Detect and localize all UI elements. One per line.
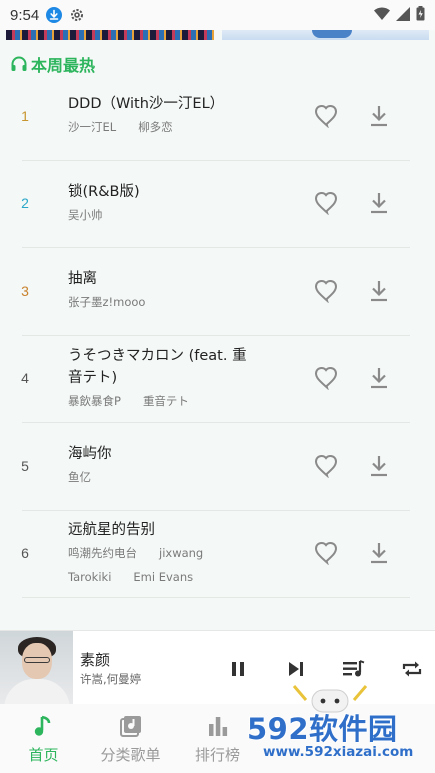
- song-artists: 鱼亿: [68, 465, 298, 489]
- nav-tab-home[interactable]: 首页: [0, 704, 87, 773]
- banner-image-left[interactable]: [6, 30, 214, 40]
- banner-carousel[interactable]: [0, 30, 435, 42]
- song-rank: 3: [21, 282, 29, 299]
- download-notification-icon: [46, 7, 63, 23]
- song-row[interactable]: 4 うそつきマカロン (feat. 重音テト) 暴飲暴食P 重音テト: [0, 334, 435, 423]
- download-icon: [371, 455, 387, 476]
- artist-name[interactable]: 吴小帅: [68, 203, 103, 227]
- song-title: 抽离: [68, 268, 268, 290]
- song-title: うそつきマカロン (feat. 重音テト): [68, 345, 268, 389]
- status-bar: 9:54: [0, 0, 435, 30]
- pause-icon: [232, 662, 244, 676]
- artist-name[interactable]: jixwang: [159, 541, 203, 565]
- artist-name[interactable]: 沙一汀EL: [68, 115, 116, 139]
- song-title-line: 抽离: [68, 271, 97, 287]
- song-artists: 沙一汀EL 柳多恋: [68, 115, 298, 139]
- wifi-icon: [374, 6, 390, 25]
- album-art[interactable]: [0, 631, 73, 704]
- download-icon: [371, 193, 387, 214]
- headphones-icon: [11, 56, 27, 71]
- repeat-icon: [402, 661, 422, 677]
- next-track-button[interactable]: [282, 655, 310, 683]
- favorite-button[interactable]: [312, 189, 340, 217]
- download-icon: [371, 368, 387, 389]
- song-title-line: うそつきマカロン (feat. 重: [68, 347, 247, 364]
- song-title: 远航星的告别: [68, 519, 268, 541]
- nav-tab-category-playlists[interactable]: 分类歌单: [87, 704, 174, 773]
- artist-name[interactable]: 鱼亿: [68, 465, 91, 489]
- song-list: 1 DDD（With沙一汀EL） 沙一汀EL 柳多恋 2 锁(R&B版) 吴小帅 3 抽离张子墨…: [0, 72, 435, 685]
- player-song-artist: 许嵩,何曼婷: [80, 672, 142, 686]
- download-button[interactable]: [367, 189, 391, 217]
- heart-outline-icon: [314, 454, 338, 478]
- heart-outline-icon: [314, 279, 338, 303]
- artist-name[interactable]: 张子墨z!mooo: [68, 290, 145, 314]
- song-artists: 鸣潮先约电台 jixwang Tarokiki Emi Evans: [68, 541, 298, 589]
- song-row[interactable]: 3 抽离张子墨z!mooo: [0, 247, 435, 335]
- skip-next-icon: [289, 662, 303, 676]
- artist-name[interactable]: 鸣潮先约电台: [68, 541, 137, 565]
- artist-name[interactable]: 暴飲暴食P: [68, 389, 121, 413]
- song-rank: 5: [21, 457, 29, 474]
- download-button[interactable]: [367, 102, 391, 130]
- player-song-title: 素颜: [80, 651, 111, 669]
- heart-outline-icon: [314, 542, 338, 566]
- song-title-line: 远航星的告别: [68, 521, 155, 538]
- song-title: 海屿你: [68, 443, 268, 465]
- artist-name[interactable]: Tarokiki: [68, 565, 111, 589]
- pause-button[interactable]: [224, 655, 252, 683]
- song-artists: 张子墨z!mooo: [68, 290, 298, 314]
- signal-icon: [396, 6, 410, 25]
- artist-name[interactable]: 柳多恋: [138, 115, 173, 139]
- download-button[interactable]: [367, 452, 391, 480]
- bar-chart-icon: [207, 714, 229, 742]
- download-button[interactable]: [367, 277, 391, 305]
- heart-outline-icon: [314, 367, 338, 391]
- favorite-button[interactable]: [312, 452, 340, 480]
- status-time: 9:54: [10, 6, 40, 24]
- song-row[interactable]: 2 锁(R&B版) 吴小帅: [0, 159, 435, 248]
- favorite-button[interactable]: [312, 102, 340, 130]
- song-rank: 4: [21, 370, 29, 387]
- music-note-icon: [33, 714, 55, 742]
- battery-icon: [416, 5, 425, 25]
- repeat-mode-button[interactable]: [398, 655, 426, 683]
- playlist-icon: [343, 660, 365, 677]
- download-icon: [371, 280, 387, 301]
- download-icon: [371, 105, 387, 126]
- artist-name[interactable]: 重音テト: [143, 389, 189, 413]
- heart-outline-icon: [314, 192, 338, 216]
- song-row[interactable]: 1 DDD（With沙一汀EL） 沙一汀EL 柳多恋: [0, 72, 435, 160]
- watermark-url: www.592xiazai.com: [263, 744, 414, 760]
- download-button[interactable]: [367, 364, 391, 392]
- heart-outline-icon: [314, 104, 338, 128]
- download-icon: [371, 543, 387, 564]
- song-title: DDD（With沙一汀EL）: [68, 93, 268, 115]
- song-title-line: 锁(R&B版): [68, 183, 140, 200]
- song-row[interactable]: 6 远航星的告别鸣潮先约电台 jixwang Tarokiki Emi Evans: [0, 509, 435, 598]
- nav-label-home: 首页: [28, 746, 59, 764]
- watermark: 592软件园 www.592xiazai.com: [243, 700, 435, 773]
- song-artists: 吴小帅: [68, 203, 298, 227]
- song-rank: 2: [21, 195, 29, 212]
- download-button[interactable]: [367, 539, 391, 567]
- song-rank: 1: [21, 107, 29, 124]
- song-title: 锁(R&B版): [68, 181, 268, 203]
- song-title-line: DDD（With沙一汀EL）: [68, 96, 225, 112]
- song-title-line: 音テト): [68, 369, 118, 386]
- favorite-button[interactable]: [312, 364, 340, 392]
- banner-image-right[interactable]: [222, 30, 429, 40]
- playlist-button[interactable]: [340, 655, 368, 683]
- album-icon: [119, 714, 143, 742]
- song-rank: 6: [21, 545, 29, 562]
- song-row[interactable]: 5 海屿你鱼亿: [0, 422, 435, 510]
- nav-label-category-playlists: 分类歌单: [100, 746, 161, 764]
- favorite-button[interactable]: [312, 539, 340, 567]
- favorite-button[interactable]: [312, 277, 340, 305]
- song-title-line: 海屿你: [68, 446, 112, 462]
- song-artists: 暴飲暴食P 重音テト: [68, 389, 298, 413]
- artist-name[interactable]: Emi Evans: [133, 565, 193, 589]
- watermark-brand: 592软件园: [247, 712, 398, 746]
- settings-gear-icon: [69, 7, 85, 23]
